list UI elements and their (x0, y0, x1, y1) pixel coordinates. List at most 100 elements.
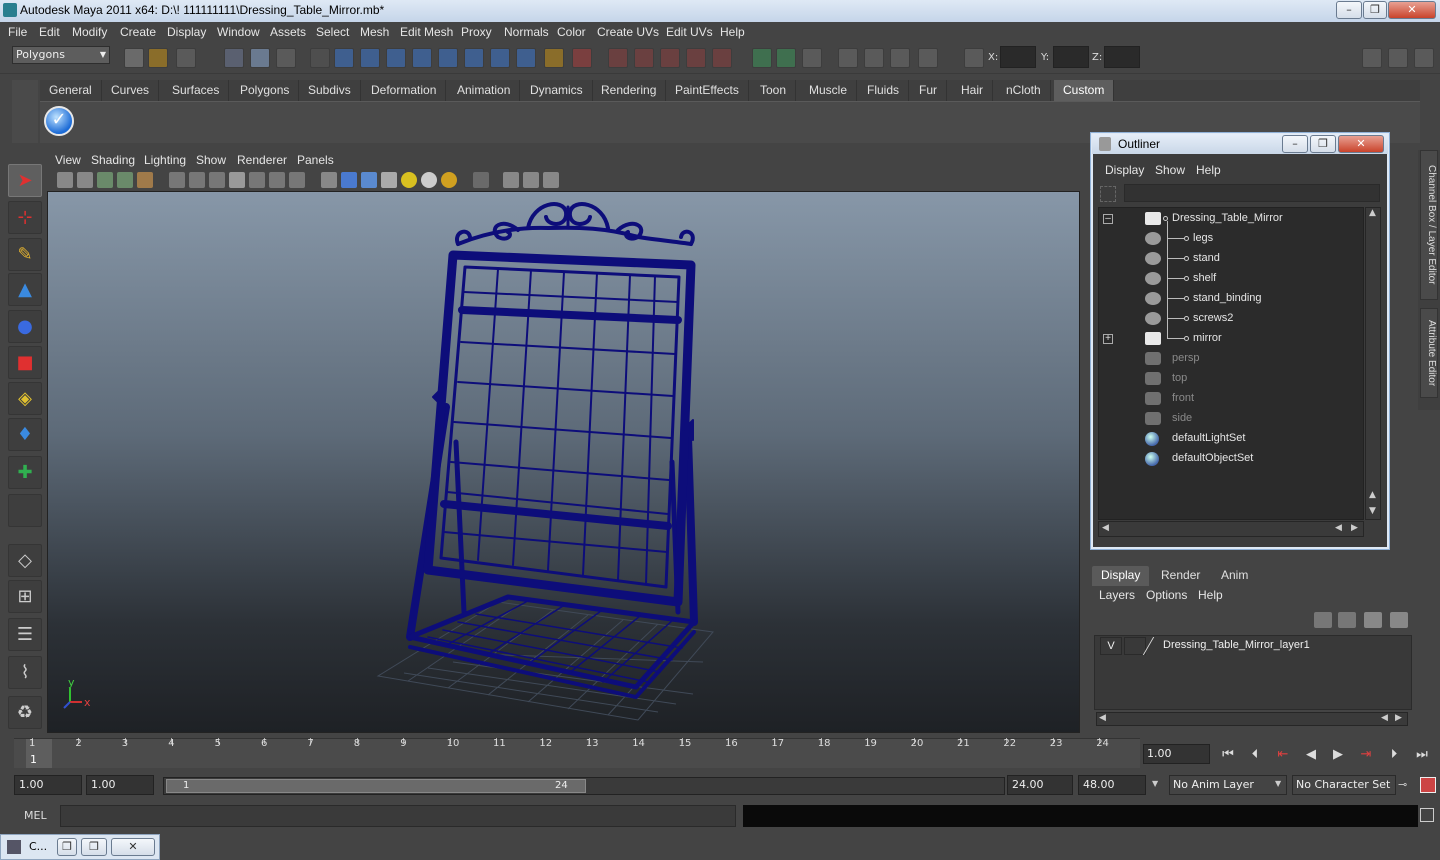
move-layer-down-icon[interactable] (1338, 612, 1356, 628)
menu-help[interactable]: Help (720, 25, 745, 39)
lasso-tool[interactable]: ⊹ (8, 201, 42, 234)
start-time-field[interactable]: 1.00 (14, 775, 82, 795)
render-settings-icon[interactable] (660, 48, 680, 68)
grease-pencil-icon[interactable] (137, 172, 153, 188)
outliner-row-default-object-set[interactable]: defaultObjectSet (1099, 450, 1363, 468)
shelf-tab-custom[interactable]: Custom (1054, 80, 1115, 101)
shelf-tab-dynamics[interactable]: Dynamics (521, 80, 593, 101)
sidebar-toggle-icon[interactable] (776, 48, 796, 68)
step-forward-icon[interactable]: ⏵ (1383, 745, 1405, 765)
layer-type-toggle[interactable] (1124, 637, 1146, 655)
outliner-row-side[interactable]: side (1099, 410, 1363, 428)
hypershade-icon[interactable] (686, 48, 706, 68)
character-set-select[interactable]: No Character Set (1292, 775, 1396, 795)
outliner-close-button[interactable]: ✕ (1338, 135, 1384, 153)
field-chart-icon[interactable] (249, 172, 265, 188)
display-settings-icon[interactable] (918, 48, 938, 68)
menu-create[interactable]: Create (120, 25, 156, 39)
anim-layer-select[interactable]: No Anim Layer (1169, 775, 1287, 795)
menu-normals[interactable]: Normals (504, 25, 549, 39)
menu-mesh[interactable]: Mesh (360, 25, 389, 39)
last-tool[interactable]: ✚ (8, 456, 42, 489)
outliner-row-front[interactable]: front (1099, 390, 1363, 408)
safe-title-icon[interactable] (289, 172, 305, 188)
safe-action-icon[interactable] (269, 172, 285, 188)
tool-settings-toggle-icon[interactable] (1388, 48, 1408, 68)
four-view-layout[interactable]: ⊞ (8, 580, 42, 613)
snap-point-icon[interactable] (386, 48, 406, 68)
minimized-window[interactable]: C... ❐ ❐ ✕ (0, 834, 160, 860)
magnet-icon[interactable] (712, 48, 732, 68)
gate-mask-icon[interactable] (229, 172, 245, 188)
scroll-left-icon[interactable]: ◀ (1102, 523, 1109, 533)
close-button[interactable]: ✕ (1388, 1, 1436, 19)
all-lights-icon[interactable] (421, 172, 437, 188)
transform-field-icon[interactable] (964, 48, 984, 68)
select-component-icon[interactable] (276, 48, 296, 68)
minimize-button[interactable]: – (1336, 1, 1362, 19)
camera-attr-icon[interactable] (77, 172, 93, 188)
outliner-row-shelf[interactable]: shelf (1099, 270, 1363, 288)
layer-menu-layers[interactable]: Layers (1099, 588, 1135, 602)
menu-proxy[interactable]: Proxy (461, 25, 492, 39)
preferences-icon[interactable] (1420, 777, 1436, 793)
shelf-tab-surfaces[interactable]: Surfaces (163, 80, 230, 101)
soft-mod-tool[interactable]: ♦ (8, 418, 42, 451)
render-view-icon[interactable] (838, 48, 858, 68)
outliner-maximize-button[interactable]: ❐ (1310, 135, 1336, 153)
key-icon[interactable]: ⊸ (1398, 778, 1407, 791)
chevron-down-icon[interactable]: ▼ (1275, 779, 1281, 788)
image-plane-icon[interactable] (117, 172, 133, 188)
viewport-menu-view[interactable]: View (55, 153, 81, 167)
xray-icon[interactable] (503, 172, 519, 188)
layer-row[interactable]: V Dressing_Table_Mirror_layer1 (1096, 637, 1410, 655)
outliner-menu-display[interactable]: Display (1105, 163, 1144, 177)
shadows-icon[interactable] (441, 172, 457, 188)
scroll-left-icon[interactable]: ◀ (1099, 713, 1106, 723)
scroll-up-icon[interactable]: ▲ (1369, 208, 1376, 218)
camera-select-icon[interactable] (57, 172, 73, 188)
go-to-end-icon[interactable]: ⏭ (1411, 745, 1433, 765)
minibar-maximize-button[interactable]: ❐ (81, 838, 107, 856)
snap-curve-icon[interactable] (360, 48, 380, 68)
shelf-tab-muscle[interactable]: Muscle (800, 80, 858, 101)
filter-icon[interactable] (310, 48, 330, 68)
layer-visibility-toggle[interactable]: V (1100, 637, 1122, 655)
outliner-menu-help[interactable]: Help (1196, 163, 1221, 177)
play-forwards-icon[interactable]: ▶ (1327, 745, 1349, 765)
layer-tab-anim[interactable]: Anim (1212, 566, 1257, 586)
outliner-row-screws2[interactable]: screws2 (1099, 310, 1363, 328)
menu-edit-uvs[interactable]: Edit UVs (666, 25, 713, 39)
layer-tab-render[interactable]: Render (1152, 566, 1209, 586)
shelf-tab-ncloth[interactable]: nCloth (997, 80, 1051, 101)
mel-label[interactable]: MEL (24, 809, 47, 822)
collapse-toggle[interactable]: – (1103, 214, 1113, 224)
current-time-field[interactable]: 1.00 (1143, 744, 1210, 764)
outliner-search-input[interactable] (1124, 184, 1380, 202)
step-back-icon[interactable]: ⏴ (1244, 745, 1266, 765)
input-line-icon[interactable] (752, 48, 772, 68)
save-scene-icon[interactable] (176, 48, 196, 68)
xray-joints-icon[interactable] (523, 172, 539, 188)
minibar-restore-button[interactable]: ❐ (57, 838, 77, 856)
menu-assets[interactable]: Assets (270, 25, 306, 39)
minibar-close-button[interactable]: ✕ (111, 838, 155, 856)
outliner-row-persp[interactable]: persp (1099, 350, 1363, 368)
scroll-down-icon[interactable]: ▼ (1369, 506, 1376, 516)
snap-grid-icon[interactable] (334, 48, 354, 68)
select-object-icon[interactable] (250, 48, 270, 68)
film-gate-icon[interactable] (189, 172, 205, 188)
paint-select-tool[interactable]: ✎ (8, 238, 42, 271)
shelf-tab-curves[interactable]: Curves (102, 80, 160, 101)
manipulator-tool[interactable]: ◈ (8, 382, 42, 415)
outliner-vertical-scrollbar[interactable]: ▲ ▲ ▼ (1365, 207, 1381, 520)
outliner-minimize-button[interactable]: – (1282, 135, 1308, 153)
outliner-horizontal-scrollbar[interactable]: ◀ ◀ ▶ (1098, 521, 1364, 537)
rotate-tool[interactable]: ● (8, 310, 42, 343)
menu-window[interactable]: Window (217, 25, 260, 39)
graph-persp-layout[interactable]: ⌇ (8, 656, 42, 689)
move-layer-up-icon[interactable] (1314, 612, 1332, 628)
layer-menu-options[interactable]: Options (1146, 588, 1187, 602)
outliner-menu-show[interactable]: Show (1155, 163, 1185, 177)
menu-color[interactable]: Color (557, 25, 586, 39)
